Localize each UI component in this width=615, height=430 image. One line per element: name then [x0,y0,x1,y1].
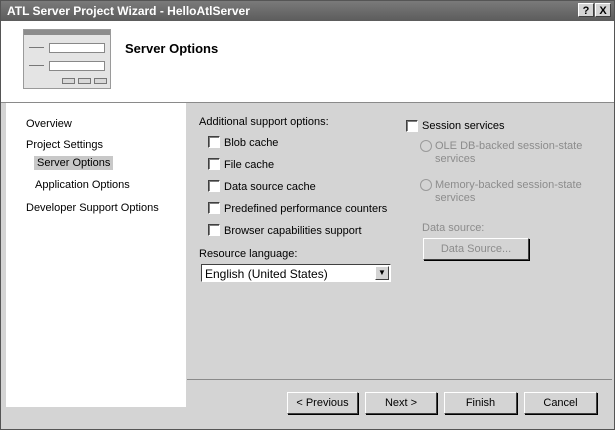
memory-session-radio[interactable] [420,179,432,191]
dialog-thumbnail-icon [23,29,111,89]
next-button[interactable]: Next > [365,392,437,414]
perf-counters-checkbox[interactable] [208,202,220,214]
nav-item-project-settings[interactable]: Project Settings [23,138,106,152]
resource-language-label: Resource language: [199,248,298,260]
nav-item-overview[interactable]: Overview [23,117,75,131]
wizard-window: ATL Server Project Wizard - HelloAtlServ… [0,0,615,430]
session-services-checkbox[interactable] [406,120,418,132]
resource-language-select[interactable]: English (United States) ▼ [201,264,391,282]
perf-counters-label[interactable]: Predefined performance counters [224,203,387,215]
file-cache-label[interactable]: File cache [224,159,274,171]
wizard-header: Server Options [1,21,614,103]
blob-cache-checkbox[interactable] [208,136,220,148]
wizard-footer: < Previous Next > Finish Cancel [187,379,612,430]
title-bar[interactable]: ATL Server Project Wizard - HelloAtlServ… [1,1,614,21]
support-options-heading: Additional support options: [199,116,329,128]
data-source-button[interactable]: Data Source... [423,238,529,260]
data-source-cache-label[interactable]: Data source cache [224,181,316,193]
window-title: ATL Server Project Wizard - HelloAtlServ… [7,4,250,18]
previous-button[interactable]: < Previous [287,392,358,414]
ole-db-session-label-line1: OLE DB-backed session-state [435,140,583,152]
nav-item-server-options[interactable]: Server Options [34,156,114,170]
resource-language-value: English (United States) [205,267,328,281]
blob-cache-label[interactable]: Blob cache [224,137,278,149]
ole-db-session-label-line2: services [435,153,476,165]
finish-button[interactable]: Finish [444,392,517,414]
help-button[interactable]: ? [578,3,594,17]
chevron-down-icon[interactable]: ▼ [375,266,389,280]
nav-item-developer-support-options[interactable]: Developer Support Options [23,201,162,215]
browser-capabilities-checkbox[interactable] [208,224,220,236]
ole-db-session-radio[interactable] [420,140,432,152]
session-services-label[interactable]: Session services [422,120,505,132]
cancel-button[interactable]: Cancel [524,392,597,414]
nav-item-application-options[interactable]: Application Options [32,178,133,192]
page-title: Server Options [125,41,219,56]
browser-capabilities-label[interactable]: Browser capabilities support [224,225,362,237]
memory-session-label-line2: services [435,192,476,204]
data-source-cache-checkbox[interactable] [208,180,220,192]
file-cache-checkbox[interactable] [208,158,220,170]
memory-session-label-line1: Memory-backed session-state [435,179,582,191]
close-button[interactable]: X [595,3,611,17]
wizard-nav: Overview Project Settings Server Options… [6,103,186,407]
data-source-label: Data source: [422,222,485,234]
server-options-panel: Additional support options: Blob cache F… [187,103,612,379]
